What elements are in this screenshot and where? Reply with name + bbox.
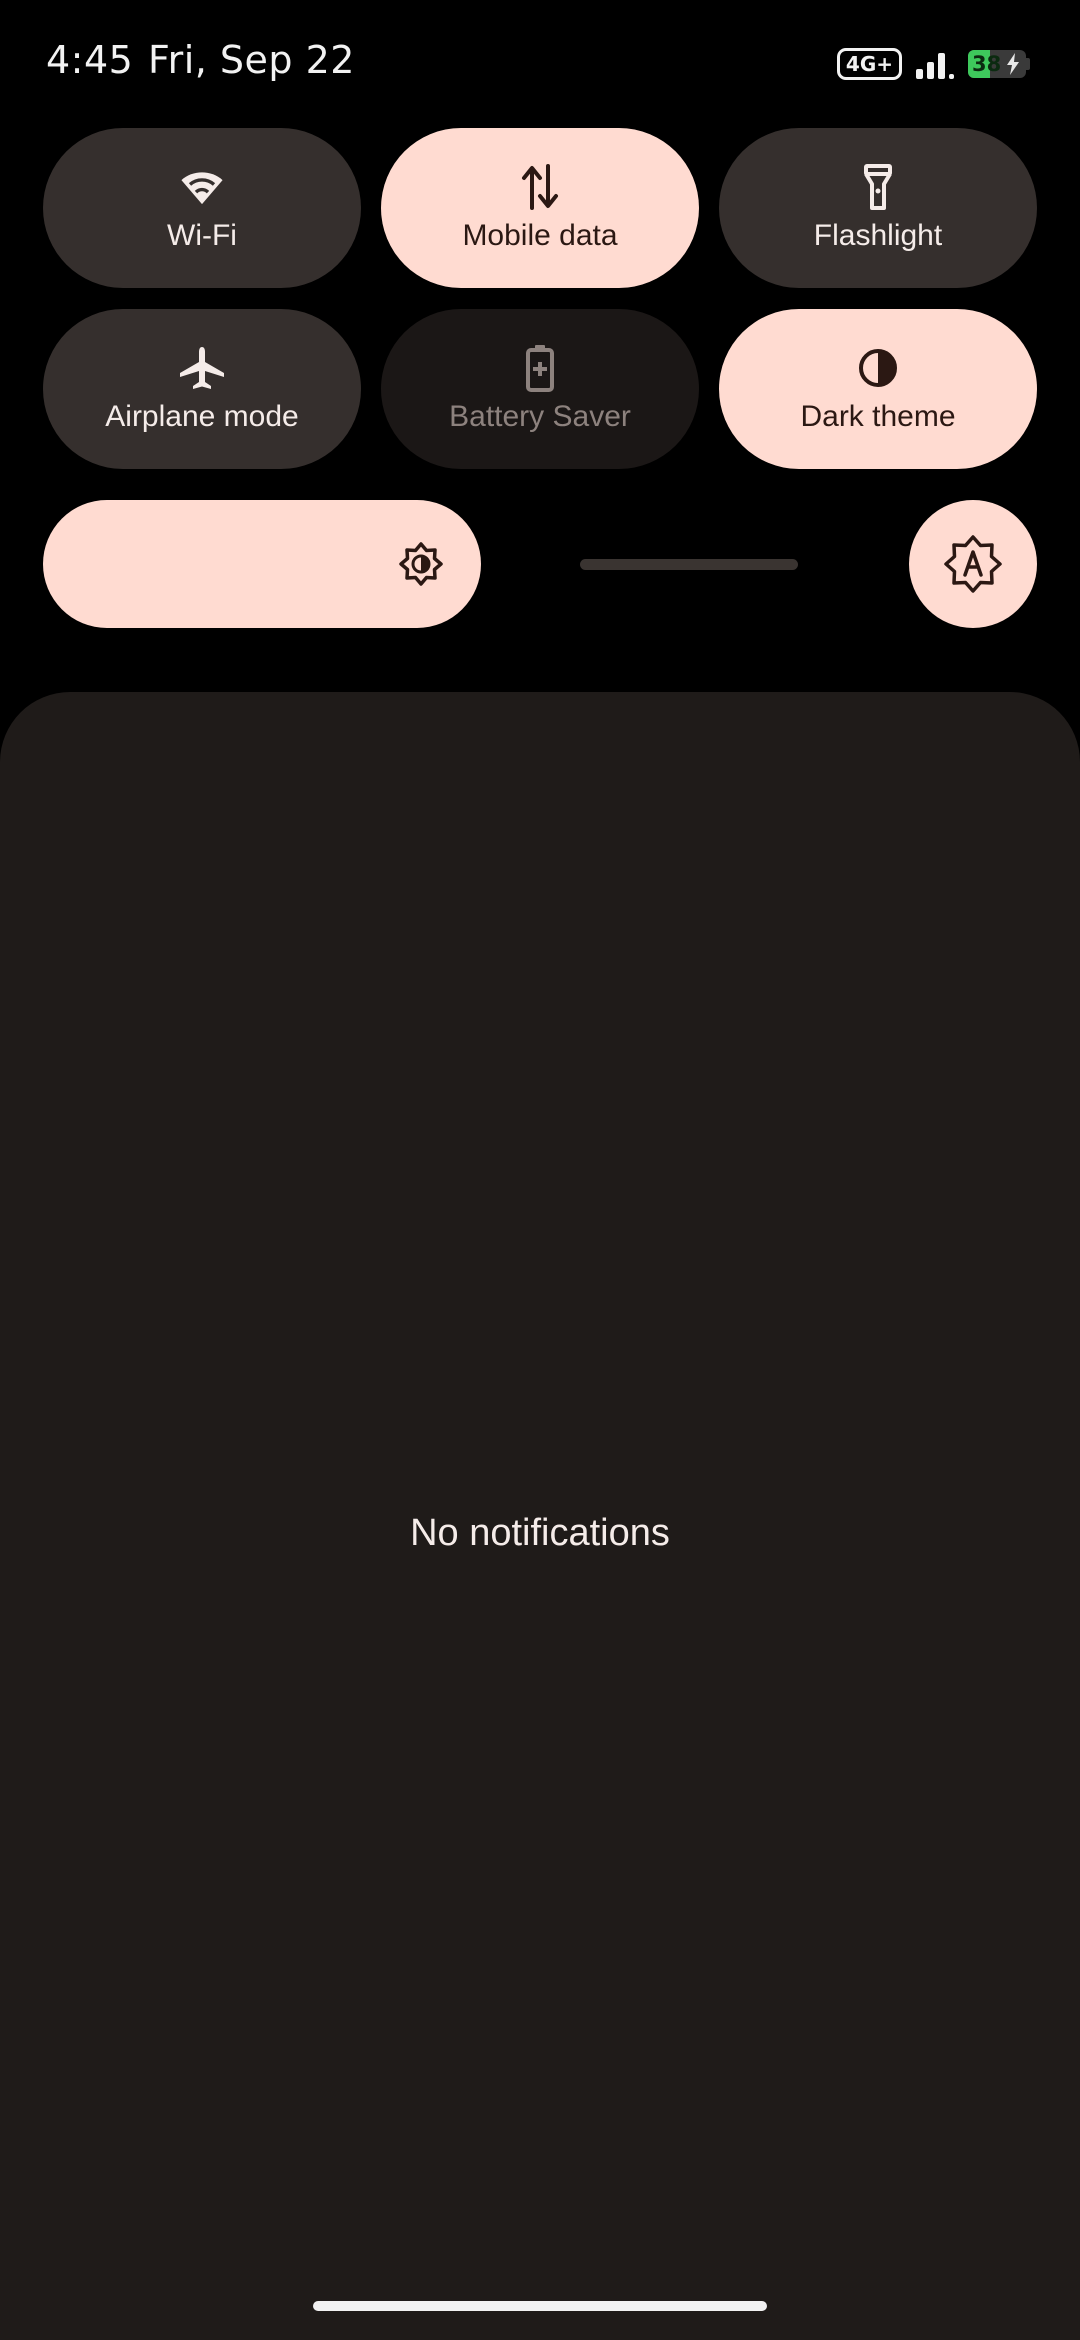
battery-saver-icon	[516, 344, 564, 392]
tile-label: Flashlight	[813, 219, 943, 252]
battery-level-text: 38	[972, 52, 1002, 76]
network-type-badge: 4G+	[836, 48, 902, 80]
tile-label: Wi-Fi	[167, 219, 237, 252]
flashlight-icon	[854, 163, 902, 211]
notification-panel[interactable]: No notifications	[0, 692, 1080, 2340]
tile-mobile-data[interactable]: Mobile data	[381, 128, 699, 288]
wifi-icon	[178, 163, 226, 211]
signal-strength-icon	[916, 53, 954, 79]
brightness-track[interactable]	[580, 559, 798, 570]
tile-label: Airplane mode	[105, 400, 299, 433]
battery-tip	[1026, 58, 1030, 70]
dark-theme-icon	[854, 344, 902, 392]
home-gesture-bar[interactable]	[313, 2301, 767, 2311]
auto-brightness-button[interactable]	[909, 500, 1037, 628]
tile-label: Dark theme	[800, 400, 956, 433]
status-date: Fri, Sep 22	[148, 38, 355, 82]
battery-indicator: 38	[968, 49, 1030, 79]
battery-icon: 38	[968, 50, 1026, 78]
brightness-icon	[399, 542, 443, 586]
tile-label: Mobile data	[462, 219, 618, 252]
tile-wifi[interactable]: Wi-Fi	[43, 128, 361, 288]
mobile-data-icon	[516, 163, 564, 211]
status-time: 4:45	[46, 38, 134, 82]
status-bar: 4:45 Fri, Sep 22 4G+ 38	[0, 0, 1080, 120]
brightness-slider[interactable]	[43, 500, 481, 628]
airplane-icon	[178, 344, 226, 392]
status-icons: 4G+ 38	[836, 44, 1030, 84]
quick-settings-screen: 4:45 Fri, Sep 22 4G+ 38 Wi-Fi Mobile dat…	[0, 0, 1080, 2340]
tile-airplane-mode[interactable]: Airplane mode	[43, 309, 361, 469]
tile-label: Battery Saver	[449, 400, 631, 433]
auto-brightness-icon	[944, 535, 1002, 593]
tile-flashlight[interactable]: Flashlight	[719, 128, 1037, 288]
charging-bolt-icon	[1007, 53, 1019, 75]
tile-battery-saver[interactable]: Battery Saver	[381, 309, 699, 469]
tile-dark-theme[interactable]: Dark theme	[719, 309, 1037, 469]
no-notifications-text: No notifications	[410, 1512, 670, 1554]
